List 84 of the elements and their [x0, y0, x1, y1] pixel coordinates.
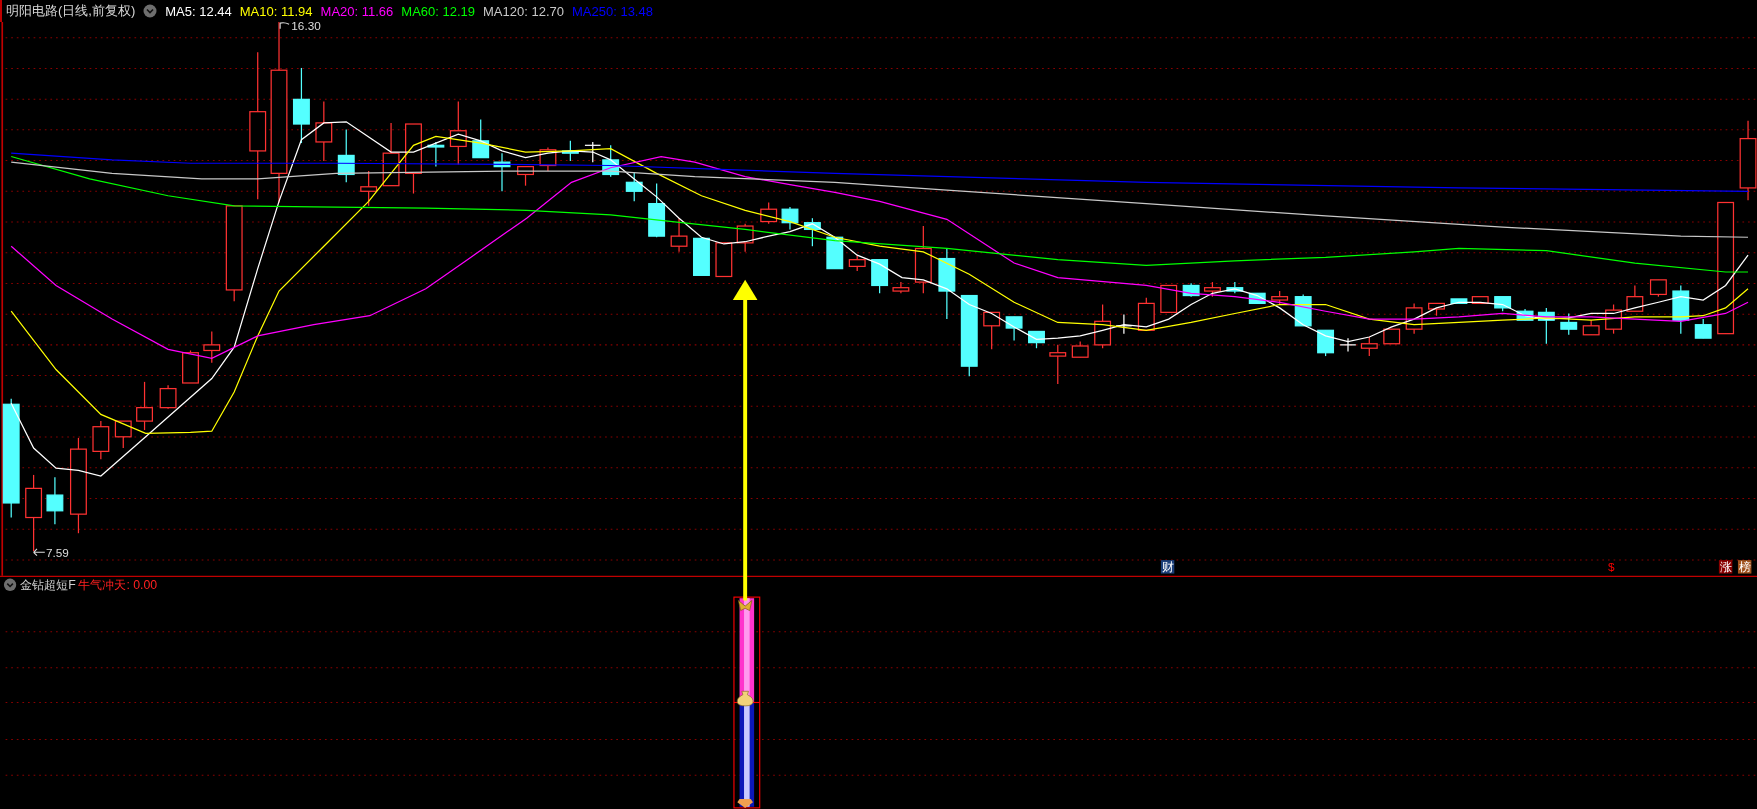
candlestick: [848, 254, 866, 272]
candlestick: [360, 170, 378, 207]
candlestick: [427, 141, 445, 168]
candlestick: [1626, 284, 1644, 312]
candlestick: [1160, 284, 1178, 313]
candlestick: [1471, 296, 1489, 304]
candlestick: [1428, 302, 1445, 317]
candlestick: [382, 122, 400, 187]
candlestick: [715, 242, 733, 278]
low-price-label: 7.59: [33, 545, 69, 559]
candlestick: [114, 420, 132, 449]
candlestick: [760, 201, 778, 225]
indicator-name: 金钻超短F: [20, 578, 76, 593]
ranking-marker[interactable]: 榜: [1737, 560, 1752, 574]
candlestick: [1694, 318, 1712, 339]
moving-average-reading: MA10: 11.94: [239, 3, 313, 19]
candlestick: [892, 281, 910, 294]
moving-average-reading: MA60: 12.19: [401, 3, 476, 19]
candlestick: [1071, 340, 1089, 358]
candlestick: [337, 129, 355, 183]
candlestick: [1028, 330, 1045, 349]
candlestick: [1182, 282, 1200, 298]
candlestick: [449, 101, 467, 165]
candlestick: [561, 140, 579, 162]
moving-average-reading: MA20: 11.66: [320, 3, 394, 19]
candlestick: [315, 101, 333, 162]
stock-title: 明阳电路(日线,前复权): [6, 2, 136, 20]
moving-average-reading: MA120: 12.70: [483, 3, 564, 19]
indicator-reading: 牛气冲天: 0.00: [78, 578, 158, 593]
candlestick: [1450, 298, 1468, 304]
candlestick: [1005, 316, 1023, 341]
moving-average-reading: MA250: 13.48: [572, 3, 653, 19]
candlestick: [1203, 281, 1221, 298]
candlestick: [670, 217, 688, 253]
candlestick: [472, 118, 490, 159]
candlestick: [405, 123, 422, 195]
candlestick: [539, 146, 557, 172]
moving-average-reading: MA5: 12.44: [165, 3, 232, 19]
candlestick: [648, 182, 666, 238]
finance-marker[interactable]: 财: [1160, 560, 1175, 574]
candlestick: [1339, 337, 1357, 353]
candlestick: [1494, 296, 1512, 312]
candlestick: [625, 171, 643, 202]
candlestick: [1137, 297, 1155, 331]
dropdown-icon[interactable]: [3, 578, 17, 591]
candlestick: [1672, 284, 1690, 335]
candlestick: [781, 206, 799, 230]
money-bag-icon: [736, 690, 754, 707]
candlestick: [46, 476, 64, 525]
candlestick: [1537, 307, 1555, 345]
candlestick: [914, 225, 932, 294]
candlestick: [136, 381, 153, 431]
candlestick: [871, 259, 889, 294]
butterfly-icon: [738, 600, 753, 611]
dollar-marker[interactable]: $: [1608, 560, 1615, 574]
candlestick: [92, 420, 110, 460]
candlestick: [159, 384, 177, 410]
candlestick: [1516, 308, 1534, 321]
candlestick: [826, 236, 844, 270]
candlestick: [1094, 303, 1112, 349]
candlestick: [1317, 329, 1335, 357]
candlestick: [1383, 328, 1401, 345]
candlestick: [693, 237, 710, 276]
candlestick: [1049, 344, 1067, 385]
dropdown-icon[interactable]: [143, 4, 158, 18]
candlestick: [1582, 319, 1600, 336]
candlestick: [493, 152, 511, 192]
candlestick: [182, 349, 199, 384]
candlestick: [1605, 303, 1623, 335]
candlestick: [736, 223, 754, 253]
candlestick: [1271, 290, 1289, 306]
diamond-icon: [737, 798, 753, 808]
candlestick: [1248, 292, 1266, 304]
candlestick: [803, 217, 821, 247]
candlestick: [1226, 281, 1244, 294]
candlestick: [517, 166, 534, 187]
candlestick: [983, 311, 1001, 350]
candlestick: [1649, 279, 1667, 298]
candlestick: [1360, 336, 1378, 357]
candlestick: [203, 330, 221, 364]
limit-up-marker[interactable]: 涨: [1718, 560, 1733, 574]
high-price-label: 16.30: [279, 22, 321, 32]
candlestick: [1405, 302, 1423, 335]
candlestick: [1560, 312, 1578, 336]
